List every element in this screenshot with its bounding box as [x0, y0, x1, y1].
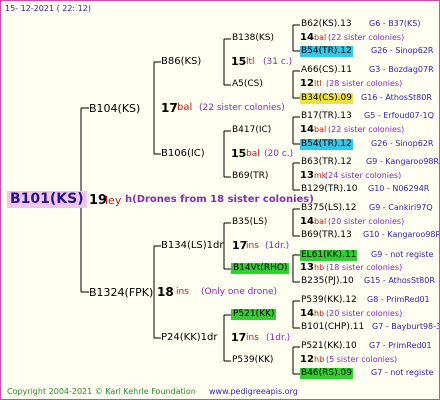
gen2-note: (31 c.)	[263, 57, 293, 67]
gen3-mark: bal	[314, 125, 327, 134]
gen3-number: 13	[300, 170, 314, 181]
gen3-id: A5(CS)	[232, 79, 263, 89]
gen1-number: 18	[157, 285, 174, 299]
gen2-id: P24(KK)1dr	[161, 332, 218, 343]
gen4-info: G8 - PrimRed01	[367, 295, 430, 304]
gen4-info: G3 - Bozdag07R	[369, 65, 434, 74]
gen4-id: B46(RS).09	[300, 368, 353, 379]
gen2-note: (1dr.)	[265, 241, 290, 251]
gen3-id: B35(LS)	[232, 217, 268, 227]
gen4-info: G16 - AthosSt80R	[361, 93, 432, 102]
gen3-note: (20 sister colonies)	[328, 217, 405, 226]
gen1-id: B1324(FPK)	[89, 286, 154, 299]
gen4-info: G7 - not registe	[371, 368, 434, 377]
gen3-number: 14	[300, 216, 314, 227]
gen4-id: EL61(KK).11	[300, 250, 358, 261]
footer-copyright: Copyright 2004-2021 © Karl Kehrle Founda…	[7, 387, 196, 396]
gen2-mark: ltl	[246, 57, 255, 67]
gen4-id: B54(TR).12	[300, 46, 353, 57]
gen3-note: (24 sister colonies)	[325, 171, 402, 180]
gen3-id: B14Vt(RHO)	[231, 263, 290, 274]
gen3-note: (22 sister colonies)	[328, 33, 405, 42]
gen4-id: A66(CS).11	[301, 65, 352, 75]
gen4-info: G9 - Cankiri97Q	[369, 203, 433, 212]
gen4-id: B62(KS).13	[301, 19, 352, 29]
gen1-number: 17	[161, 101, 178, 115]
gen2-note: (1dr.)	[266, 333, 291, 343]
gen4-info: G9 - Kangaroo98R	[366, 157, 439, 166]
gen3-note: (18 sister colonies)	[326, 263, 403, 272]
gen3-mark: ltl	[314, 79, 322, 88]
gen4-info: G7 - PrimRed01	[369, 341, 432, 350]
gen3-mark: hb	[314, 355, 325, 364]
gen1-note: (22 sister colonies)	[199, 103, 285, 113]
gen3-id: B417(IC)	[232, 125, 272, 135]
gen2-id: B106(IC)	[161, 148, 205, 159]
gen1-mark: bal	[177, 102, 193, 113]
gen3-number: 13	[300, 262, 314, 273]
gen4-id: B375(LS).12	[301, 203, 357, 213]
gen3-mark: hb	[314, 309, 325, 318]
gen3-note: (5 sister colonies)	[326, 355, 398, 364]
gen3-number: 14	[300, 32, 314, 43]
gen4-info: G26 - Sinop62R	[371, 139, 434, 148]
gen4-id: B69(TR).13	[301, 230, 352, 240]
gen3-mark: bal	[314, 217, 327, 226]
gen4-info: G26 - Sinop62R	[371, 46, 434, 55]
root-queen-id: B101(KS)	[7, 191, 87, 208]
gen3-number: 14	[300, 308, 314, 319]
gen3-mark: hb	[314, 263, 325, 272]
gen2-number: 17	[231, 331, 247, 344]
root-mark: ley	[105, 194, 122, 207]
gen4-id: B63(TR).12	[301, 157, 352, 167]
gen3-note: (22 sister colonies)	[328, 125, 405, 134]
gen3-number: 14	[300, 124, 314, 135]
pedigree-chart: 15- 12-2021 ( 22: 12) B101(KS) 19 ley h(…	[0, 0, 440, 400]
root-note: h(Drones from 18 sister colonies)	[125, 194, 314, 205]
gen1-note: (Only one drone)	[201, 287, 278, 297]
gen4-id: B235(PJ).10	[301, 276, 354, 286]
gen4-info: G15 - AthosSt80R	[364, 276, 435, 285]
gen2-mark: bal	[246, 149, 260, 159]
gen4-id: P539(KK).12	[301, 295, 357, 305]
gen3-note: (28 sister colonies)	[326, 79, 403, 88]
gen4-info: G5 - Erfoud07-1Q	[364, 111, 434, 120]
gen4-info: G7 - Bayburt98-3	[372, 322, 440, 331]
gen2-mark: ins	[246, 241, 259, 251]
gen3-mark: bal	[314, 33, 327, 42]
gen4-id: B54(TR).12	[300, 139, 353, 150]
gen4-id: B101(CHP).11	[301, 322, 365, 332]
gen4-id: B34(CS).09	[300, 93, 353, 104]
report-date: 15- 12-2021 ( 22: 12)	[5, 4, 91, 13]
gen3-id: P539(KK)	[232, 355, 274, 365]
gen3-number: 12	[300, 78, 314, 89]
gen4-info: G6 - B37(KS)	[369, 19, 421, 28]
gen3-id: B138(KS)	[232, 33, 274, 43]
gen4-info: G10 - Kangaroo98R	[363, 230, 440, 239]
gen2-number: 15	[231, 147, 247, 160]
gen4-id: P521(KK).10	[301, 341, 357, 351]
footer-site-link[interactable]: www.pedigreeapis.org	[209, 388, 298, 396]
gen1-id: B104(KS)	[89, 102, 141, 115]
gen2-id: B86(KS)	[161, 56, 202, 67]
gen2-id: B134(LS)1dr	[161, 240, 224, 251]
gen2-note: (20 c.)	[264, 149, 294, 159]
gen4-info: G9 - not registe	[371, 250, 434, 259]
gen3-id: P521(KK)	[231, 309, 277, 320]
gen4-id: B17(TR).13	[301, 111, 352, 121]
gen3-number: 12	[300, 354, 314, 365]
gen1-mark: ins	[176, 287, 189, 297]
gen2-number: 15	[231, 55, 247, 68]
gen3-id: B69(TR)	[232, 171, 269, 181]
gen3-note: (20 sister colonies)	[326, 309, 403, 318]
gen4-id: B129(TR).10	[301, 184, 358, 194]
gen4-info: G10 - N06294R	[368, 184, 430, 193]
gen2-mark: ins	[246, 333, 259, 343]
